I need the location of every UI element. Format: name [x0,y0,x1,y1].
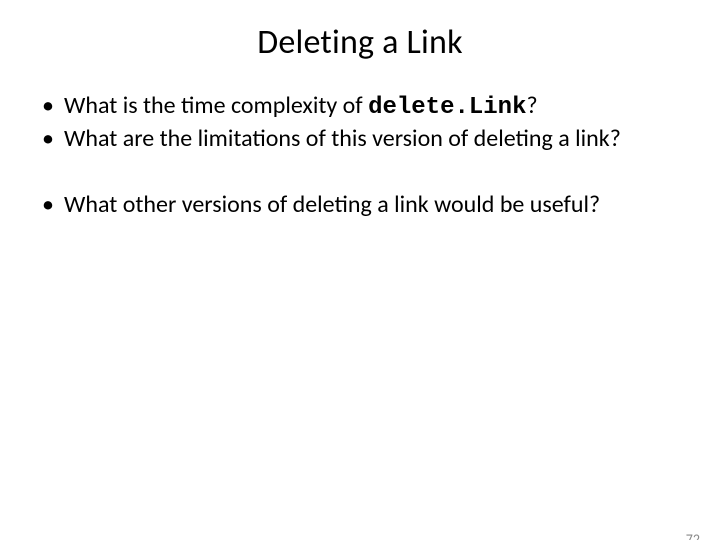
bullet-text: What is the time complexity of [64,91,368,120]
page-number: 72 [686,531,700,540]
list-item: What is the time complexity of delete.Li… [34,91,686,122]
bullet-text: What other versions of deleting a link w… [64,190,600,219]
bullet-text: What are the limitations of this version… [64,124,621,153]
list-item: What other versions of deleting a link w… [34,190,686,219]
code-text: delete.Link [368,94,526,121]
bullet-text: ? [527,91,538,120]
bullet-list: What other versions of deleting a link w… [34,190,686,219]
spacer [34,156,686,190]
slide-body: What is the time complexity of delete.Li… [0,91,720,219]
slide: Deleting a Link What is the time complex… [0,22,720,540]
bullet-list: What is the time complexity of delete.Li… [34,91,686,154]
slide-title: Deleting a Link [0,22,720,63]
list-item: What are the limitations of this version… [34,124,686,153]
